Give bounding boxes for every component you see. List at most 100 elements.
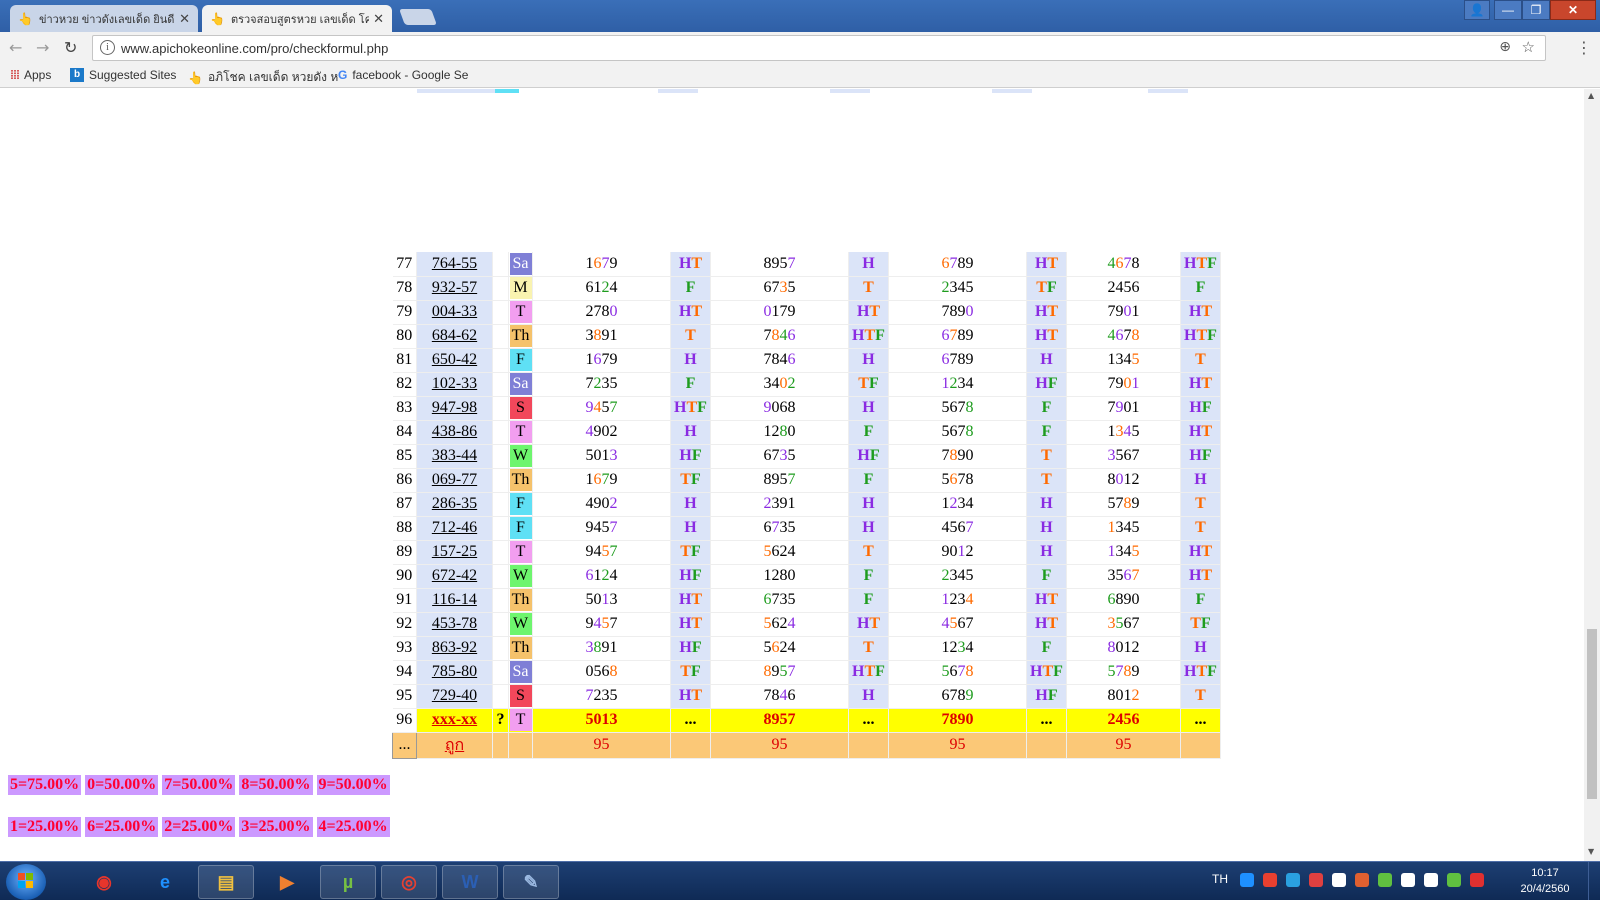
taskbar-explorer[interactable]: ▤ bbox=[198, 865, 254, 899]
formula-1-hit: HT bbox=[670, 588, 711, 613]
percentage-chip: 2=25.00% bbox=[162, 817, 236, 837]
draw-number-link[interactable]: 863-92 bbox=[416, 636, 493, 661]
tray-icon[interactable] bbox=[1424, 873, 1438, 887]
digit: 6 bbox=[787, 687, 796, 704]
clock[interactable]: 10:17 20/4/2560 bbox=[1510, 865, 1580, 897]
language-indicator[interactable]: TH bbox=[1212, 872, 1228, 886]
tray-icon[interactable] bbox=[1401, 873, 1415, 887]
tray-icon[interactable] bbox=[1263, 873, 1277, 887]
tray-icon[interactable] bbox=[1240, 873, 1254, 887]
taskbar-paint[interactable]: ✎ bbox=[503, 865, 559, 899]
url-text[interactable]: www.apichokeonline.com/pro/checkformul.p… bbox=[121, 41, 388, 56]
draw-number-link[interactable]: 672-42 bbox=[416, 564, 493, 589]
draw-number-link[interactable]: 764-55 bbox=[416, 252, 493, 277]
taskbar-ie[interactable]: e bbox=[137, 865, 193, 899]
digit: T bbox=[680, 543, 691, 560]
scrollbar-thumb[interactable] bbox=[1587, 629, 1597, 799]
tray-icon[interactable] bbox=[1447, 873, 1461, 887]
back-arrow-icon[interactable]: ← bbox=[9, 38, 22, 57]
tray-icon[interactable] bbox=[1286, 873, 1300, 887]
draw-number-link[interactable]: 383-44 bbox=[416, 444, 493, 469]
row-remnant bbox=[1148, 89, 1188, 93]
scroll-up-icon[interactable]: ▲ bbox=[1588, 91, 1594, 100]
clock-time: 10:17 bbox=[1531, 867, 1559, 879]
draw-number-link[interactable]: 157-25 bbox=[416, 540, 493, 565]
tray-icon[interactable] bbox=[1332, 873, 1346, 887]
show-desktop-button[interactable] bbox=[1588, 862, 1600, 900]
draw-number-link[interactable]: 438-86 bbox=[416, 420, 493, 445]
tray-icon[interactable] bbox=[1355, 873, 1369, 887]
forward-arrow-icon[interactable]: → bbox=[36, 38, 49, 57]
info-icon[interactable]: i bbox=[100, 40, 115, 55]
digit: 2 bbox=[601, 567, 610, 584]
table-row: 93 863-92 Th 3891 HF 5624 T 1234 F 8012 H bbox=[392, 636, 1221, 661]
flag-cell bbox=[492, 252, 509, 277]
draw-number-link[interactable]: 453-78 bbox=[416, 612, 493, 637]
draw-number-link[interactable]: 116-14 bbox=[416, 588, 493, 613]
new-tab-button[interactable] bbox=[399, 9, 437, 25]
formula-3-digits: 4567 bbox=[888, 612, 1027, 637]
tray-icon[interactable] bbox=[1309, 873, 1323, 887]
digit: 7 bbox=[585, 687, 594, 704]
digit: 2 bbox=[965, 543, 974, 560]
digit: 9 bbox=[779, 495, 788, 512]
digit: 4 bbox=[941, 519, 950, 536]
draw-number-link[interactable]: 102-33 bbox=[416, 372, 493, 397]
digit: 6 bbox=[787, 351, 796, 368]
zoom-icon[interactable]: ⊕ bbox=[1499, 39, 1511, 55]
digit: 7 bbox=[779, 303, 788, 320]
close-window-button[interactable]: ✕ bbox=[1550, 0, 1596, 20]
bookmark-suggested-sites[interactable]: b Suggested Sites bbox=[70, 68, 176, 82]
tray-icon[interactable] bbox=[1470, 873, 1484, 887]
reload-icon[interactable]: ↻ bbox=[64, 38, 77, 57]
digit: 2 bbox=[941, 567, 950, 584]
scroll-down-icon[interactable]: ▼ bbox=[1588, 847, 1594, 856]
digit: 5 bbox=[601, 543, 610, 560]
draw-number-link[interactable]: 286-35 bbox=[416, 492, 493, 517]
draw-number-link[interactable]: 650-42 bbox=[416, 348, 493, 373]
digit: H bbox=[1184, 327, 1197, 344]
draw-number-link[interactable]: 785-80 bbox=[416, 660, 493, 685]
bookmark-apichoke[interactable]: 👆 อภิโชค เลขเด็ด หวยดัง ห bbox=[188, 68, 338, 87]
tab-checkformula[interactable]: 👆 ตรวจสอบสูตรหวย เลขเด็ด โค ✕ bbox=[202, 5, 392, 32]
minimize-button[interactable]: — bbox=[1494, 0, 1522, 20]
draw-number-link[interactable]: 004-33 bbox=[416, 300, 493, 325]
user-icon[interactable]: 👤 bbox=[1464, 0, 1490, 20]
taskbar-app-red[interactable]: ◉ bbox=[76, 865, 132, 899]
summary-more[interactable]: ... bbox=[392, 731, 417, 759]
menu-dots-icon[interactable]: ⋮ bbox=[1576, 38, 1592, 57]
digit: F bbox=[868, 375, 879, 392]
draw-number-link[interactable]: 729-40 bbox=[416, 684, 493, 709]
draw-number-link[interactable]: 712-46 bbox=[416, 516, 493, 541]
bookmark-star-icon[interactable]: ☆ bbox=[1522, 38, 1535, 56]
tab-news[interactable]: 👆 ข่าวหวย ข่าวดังเลขเด็ด ยินดีต้อ ✕ bbox=[10, 5, 198, 32]
digit: T bbox=[858, 375, 869, 392]
taskbar-media[interactable]: ▶ bbox=[259, 865, 315, 899]
maximize-button[interactable]: ❐ bbox=[1522, 0, 1550, 20]
formula-1-hit: HF bbox=[670, 444, 711, 469]
address-bar[interactable]: i www.apichokeonline.com/pro/checkformul… bbox=[92, 35, 1546, 61]
digit: T bbox=[691, 254, 703, 272]
digit: 2 bbox=[787, 375, 796, 392]
formula-4-digits: 3567 bbox=[1066, 612, 1181, 637]
draw-number-link[interactable]: 947-98 bbox=[416, 396, 493, 421]
bookmark-google-search[interactable]: G facebook - Google Se bbox=[338, 68, 468, 82]
taskbar-utorrent[interactable]: µ bbox=[320, 865, 376, 899]
flag-cell bbox=[492, 348, 509, 373]
taskbar-chrome[interactable]: ◎ bbox=[381, 865, 437, 899]
draw-number-link[interactable]: xxx-xx bbox=[416, 708, 493, 733]
tray-icon[interactable] bbox=[1378, 873, 1392, 887]
flag-cell bbox=[492, 420, 509, 445]
start-button[interactable] bbox=[6, 864, 46, 900]
digit: 6 bbox=[763, 519, 772, 536]
taskbar-word[interactable]: W bbox=[442, 865, 498, 899]
bookmark-apps[interactable]: ⁞⁞⁞ Apps bbox=[10, 68, 51, 82]
vertical-scrollbar[interactable]: ▲ ▼ bbox=[1584, 89, 1600, 861]
digit: H bbox=[678, 254, 692, 272]
draw-number-link[interactable]: 069-77 bbox=[416, 468, 493, 493]
close-icon[interactable]: ✕ bbox=[373, 11, 384, 27]
draw-number-link[interactable]: 684-62 bbox=[416, 324, 493, 349]
draw-number-link[interactable]: 932-57 bbox=[416, 276, 493, 301]
formula-1-hit: H bbox=[670, 492, 711, 517]
close-icon[interactable]: ✕ bbox=[179, 11, 190, 27]
